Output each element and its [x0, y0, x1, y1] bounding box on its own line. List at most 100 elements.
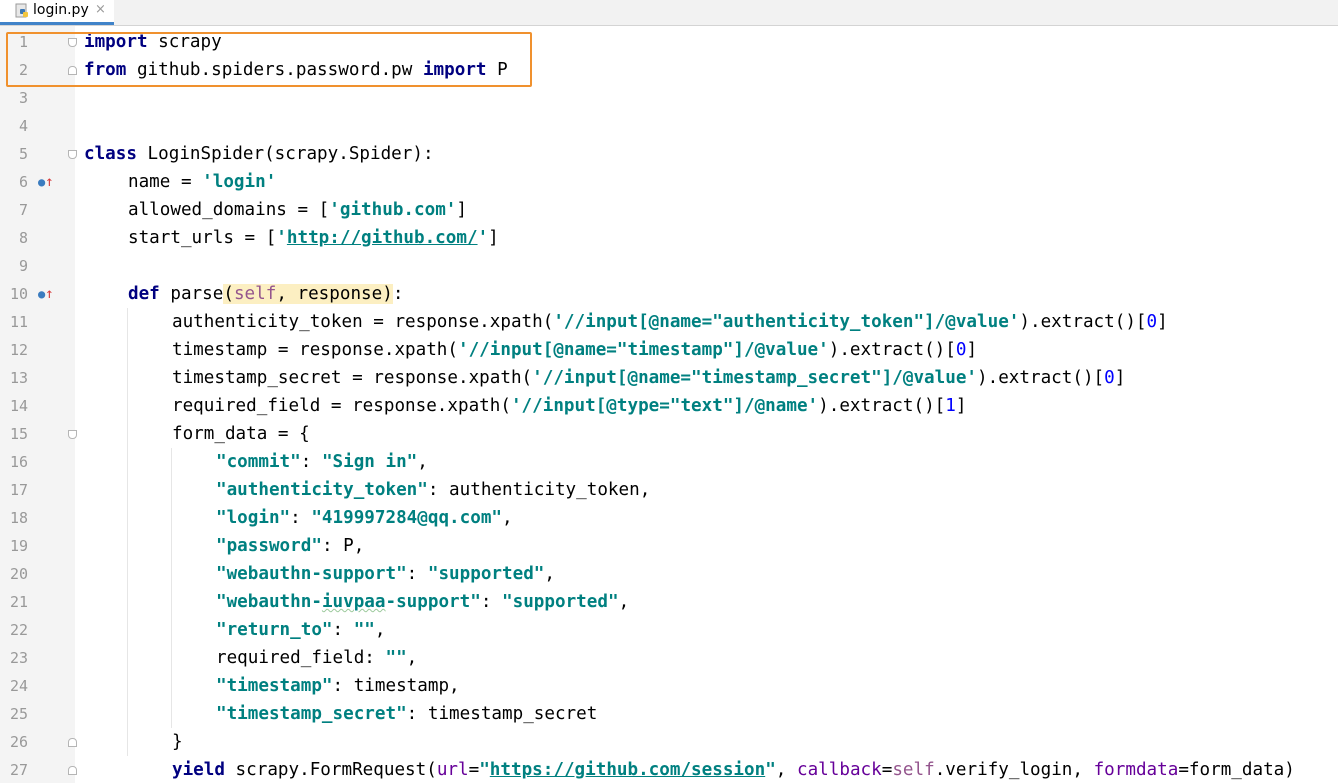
- code-line[interactable]: "webauthn-support": "supported",: [216, 560, 555, 588]
- code-token: parse: [159, 284, 224, 304]
- line-number: 25: [9, 705, 28, 723]
- line-number: 11: [9, 313, 28, 331]
- code-token: :: [392, 284, 404, 304]
- code-token: (: [223, 284, 234, 304]
- code-token: 'github.com': [329, 200, 457, 220]
- code-token: "password": [216, 536, 322, 556]
- line-number: 15: [9, 425, 28, 443]
- code-token: ,: [374, 620, 386, 640]
- code-token: :: [406, 564, 428, 584]
- code-token: url: [436, 760, 469, 780]
- code-token: ]: [966, 340, 978, 360]
- code-token: ).extract()[: [1019, 312, 1147, 332]
- code-token: "timestamp_secret": [216, 704, 407, 724]
- code-token: ,: [502, 508, 513, 528]
- import-highlight-box: [6, 32, 532, 87]
- override-method-icon[interactable]: ●↑: [38, 168, 54, 196]
- code-line[interactable]: name = 'login': [128, 168, 276, 196]
- fold-end-icon[interactable]: [68, 766, 77, 775]
- code-token: , response): [276, 284, 393, 304]
- fold-collapse-icon[interactable]: [68, 430, 77, 439]
- code-token: :: [290, 508, 312, 528]
- code-line[interactable]: timestamp = response.xpath('//input[@nam…: [172, 336, 977, 364]
- code-line[interactable]: yield scrapy.FormRequest(url="https://gi…: [172, 756, 1295, 784]
- code-line[interactable]: "timestamp_secret": timestamp_secret: [216, 700, 597, 728]
- code-token: =: [881, 760, 893, 780]
- line-number: 21: [9, 593, 28, 611]
- code-token: yield: [172, 760, 225, 780]
- code-token: formdata: [1093, 760, 1179, 780]
- line-number: 10: [9, 285, 28, 303]
- code-token: : timestamp,: [332, 676, 460, 696]
- code-token: =form_data): [1178, 760, 1295, 780]
- code-token: ]: [955, 396, 967, 416]
- code-line[interactable]: authenticity_token = response.xpath('//i…: [172, 308, 1168, 336]
- line-number: 27: [9, 761, 28, 779]
- line-number: 13: [9, 369, 28, 387]
- code-line[interactable]: allowed_domains = ['github.com']: [128, 196, 467, 224]
- code-token: ': [477, 228, 489, 248]
- line-number: 4: [18, 117, 28, 135]
- code-token: ,: [618, 592, 630, 612]
- code-token: https://github.com/session: [489, 760, 766, 780]
- code-token: ).extract()[: [977, 368, 1105, 388]
- code-token: http://github.com/: [286, 228, 478, 248]
- code-line[interactable]: required_field: "",: [216, 644, 417, 672]
- code-line[interactable]: def parse(self, response):: [128, 280, 403, 308]
- code-line[interactable]: required_field = response.xpath('//input…: [172, 392, 966, 420]
- code-token: "timestamp": [216, 676, 333, 696]
- code-token: 0: [1104, 368, 1115, 388]
- code-token: ]: [456, 200, 467, 220]
- code-line[interactable]: form_data = {: [172, 420, 310, 448]
- code-line[interactable]: "webauthn-iuvpaa-support": "supported",: [216, 588, 629, 616]
- line-number: 9: [18, 257, 28, 275]
- code-line[interactable]: "login": "419997284@qq.com",: [216, 504, 513, 532]
- code-token: 1: [945, 396, 956, 416]
- override-arrow-icon: ↑: [45, 174, 54, 190]
- code-token: "": [385, 648, 407, 668]
- line-number: 7: [18, 201, 28, 219]
- code-line[interactable]: }: [172, 728, 183, 756]
- code-token: :: [300, 452, 322, 472]
- code-token: "": [353, 620, 375, 640]
- override-method-icon[interactable]: ●↑: [38, 280, 54, 308]
- code-token: required_field:: [216, 648, 386, 668]
- code-token: class: [84, 144, 137, 164]
- code-line[interactable]: "timestamp": timestamp,: [216, 672, 460, 700]
- code-token: ,: [406, 648, 418, 668]
- code-line[interactable]: "commit": "Sign in",: [216, 448, 428, 476]
- code-token: ]: [488, 228, 499, 248]
- fold-collapse-icon[interactable]: [68, 150, 77, 159]
- code-token: ,: [775, 760, 797, 780]
- code-token: :: [480, 592, 503, 612]
- fold-end-icon[interactable]: [68, 738, 77, 747]
- code-token: :: [332, 620, 354, 640]
- line-number: 8: [18, 229, 28, 247]
- code-token: '//input[@name="timestamp"]/@value': [458, 340, 829, 360]
- code-token: authenticity_token = response.xpath(: [172, 312, 554, 332]
- code-line[interactable]: "return_to": "",: [216, 616, 386, 644]
- code-token: }: [172, 732, 183, 752]
- code-editor[interactable]: 1 import scrapy 2 from github.spiders.passw…: [0, 0, 1338, 783]
- line-number: 20: [9, 565, 28, 583]
- code-token: : timestamp_secret: [406, 704, 598, 724]
- code-token: form_data = {: [172, 424, 310, 444]
- code-token: "authenticity_token": [216, 480, 428, 500]
- code-token: ]: [1114, 368, 1126, 388]
- code-line[interactable]: "password": P,: [216, 532, 364, 560]
- code-token: ]: [1157, 312, 1168, 332]
- code-token: scrapy.FormRequest(: [224, 760, 437, 780]
- code-token: iuvpaa: [321, 592, 386, 612]
- line-number: 5: [18, 145, 28, 163]
- code-token: ": [765, 760, 776, 780]
- code-token: 0: [1146, 312, 1158, 332]
- code-token: ': [276, 228, 287, 248]
- code-token: start_urls = [: [128, 228, 277, 248]
- code-line[interactable]: "authenticity_token": authenticity_token…: [216, 476, 650, 504]
- code-line[interactable]: timestamp_secret = response.xpath('//inp…: [172, 364, 1125, 392]
- code-token: =: [468, 760, 480, 780]
- code-token: LoginSpider(scrapy.Spider):: [136, 144, 434, 164]
- code-line[interactable]: class LoginSpider(scrapy.Spider):: [84, 140, 434, 168]
- line-number: 12: [9, 341, 28, 359]
- code-line[interactable]: start_urls = ['http://github.com/']: [128, 224, 499, 252]
